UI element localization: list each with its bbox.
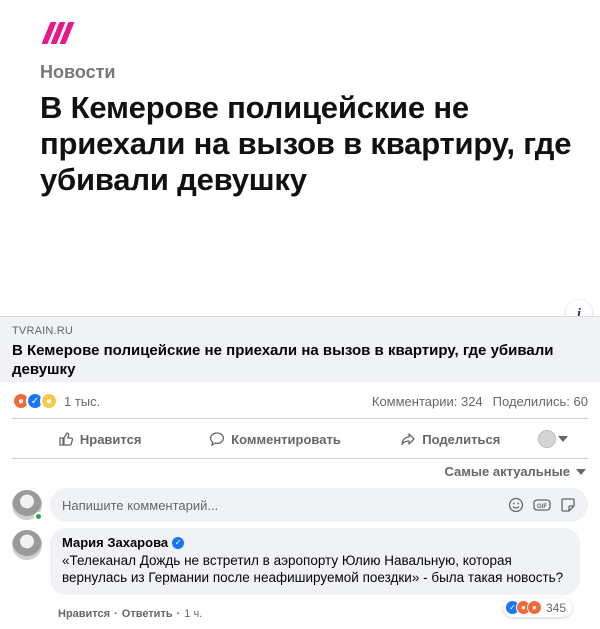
post-actions: Нравится Комментировать Поделиться — [12, 425, 588, 453]
comment-bubble-icon — [210, 432, 225, 447]
verified-badge-icon: ✓ — [172, 536, 185, 549]
comment-bubble: Мария Захарова ✓ «Телеканал Дождь не вст… — [50, 528, 580, 595]
comment-text: «Телеканал Дождь не встретил в аэропорту… — [62, 553, 564, 585]
avatar[interactable] — [12, 490, 43, 521]
link-domain: TVRAIN.RU — [12, 325, 74, 337]
sad-reaction-icon: ● — [40, 392, 58, 410]
comment-input[interactable] — [62, 497, 500, 513]
angry-reaction-icon: ● — [526, 600, 542, 615]
sticker-icon[interactable] — [558, 495, 578, 515]
tvrain-logo — [40, 22, 76, 44]
comment-button[interactable]: Комментировать — [187, 431, 362, 447]
like-label: Нравится — [79, 431, 142, 447]
online-status-dot — [34, 512, 43, 521]
sort-label: Самые актуальные — [444, 464, 571, 479]
post-stats: ● ✓ ● 1 тыс. Комментарии: 324 Поделились… — [12, 390, 588, 412]
like-button[interactable]: Нравится — [12, 431, 187, 447]
link-meta[interactable]: TVRAIN.RU В Кемерове полицейские не прие… — [0, 316, 600, 382]
share-count[interactable]: Поделились: 60 — [493, 394, 588, 409]
comment-timestamp[interactable]: 1 ч. — [184, 608, 202, 620]
comment-reply-link[interactable]: Ответить — [122, 608, 173, 620]
separator: · — [114, 608, 118, 620]
comment-reactions[interactable]: ✓ ● ● 345 — [502, 598, 572, 617]
share-arrow-icon — [401, 433, 415, 446]
preview-kicker: Новости — [40, 62, 116, 82]
reaction-icons[interactable]: ● ✓ ● — [12, 392, 58, 410]
separator: · — [176, 608, 181, 620]
reaction-count[interactable]: 1 тыс. — [64, 394, 100, 409]
comment-author[interactable]: Мария Захарова — [62, 535, 168, 550]
link-title[interactable]: В Кемерове полицейские не приехали на вы… — [12, 341, 588, 379]
svg-text:GIF: GIF — [537, 504, 547, 510]
avatar — [537, 430, 556, 448]
comment-count[interactable]: Комментарии: 324 — [372, 394, 483, 409]
comment-actions: Нравится · Ответить · 1 ч. — [58, 608, 202, 620]
comment-reaction-count: 345 — [545, 600, 566, 615]
emoji-icon[interactable] — [506, 495, 526, 515]
share-button[interactable]: Поделиться — [363, 431, 538, 447]
chevron-down-icon — [576, 468, 586, 475]
divider — [12, 458, 588, 459]
link-preview-image[interactable]: Новости В Кемерове полицейские не приеха… — [0, 0, 600, 300]
chevron-down-icon — [557, 436, 568, 442]
avatar[interactable] — [12, 530, 42, 560]
share-audience-selector[interactable] — [537, 430, 588, 448]
comment-label: Комментировать — [231, 431, 341, 447]
comment-like-link[interactable]: Нравится — [58, 608, 110, 620]
thumbs-up-icon — [59, 432, 73, 446]
comment-input-box[interactable]: GIF — [50, 488, 588, 522]
share-label: Поделиться — [422, 431, 501, 447]
comment-sort-dropdown[interactable]: Самые актуальные — [444, 464, 586, 479]
comment-composer: GIF — [12, 488, 588, 522]
preview-headline: В Кемерове полицейские не приехали на вы… — [40, 90, 572, 197]
divider — [12, 418, 588, 419]
gif-icon[interactable]: GIF — [532, 495, 552, 515]
